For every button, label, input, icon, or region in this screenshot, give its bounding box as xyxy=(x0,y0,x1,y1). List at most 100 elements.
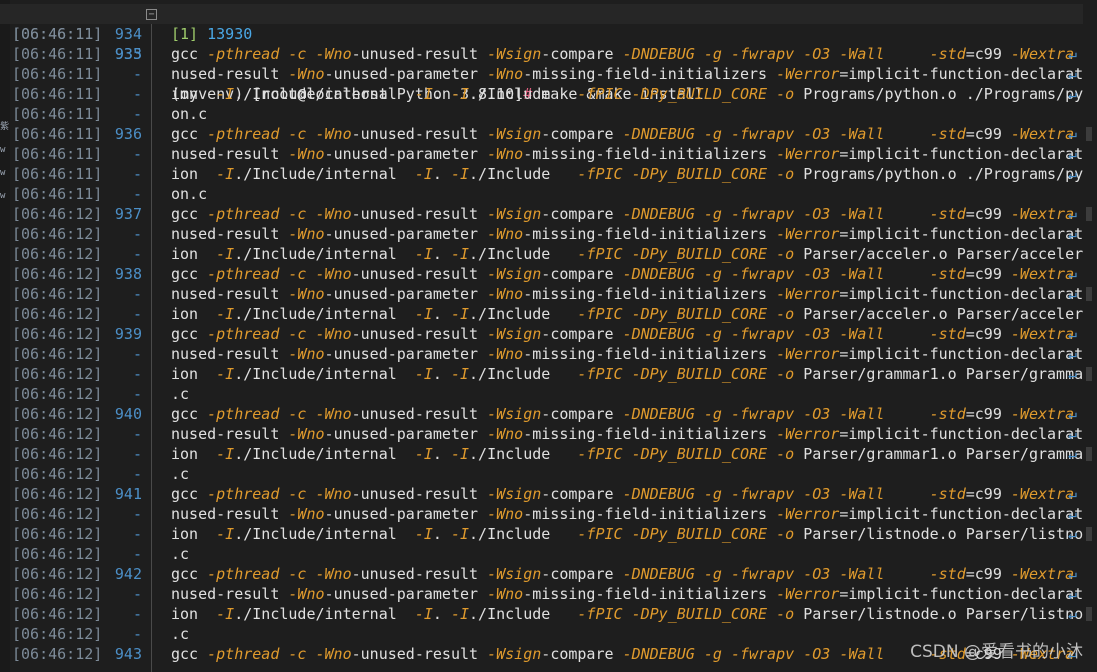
output-text: nused-result -Wno-unused-parameter -Wno-… xyxy=(171,345,1084,363)
output-row[interactable]: [06:46:11] - on.c xyxy=(0,184,1097,204)
timestamp: [06:46:12] xyxy=(12,645,103,663)
output-text: gcc -pthread -c -Wno-unused-result -Wsig… xyxy=(171,45,1097,63)
wrap-arrow-icon: ↵ xyxy=(1068,505,1078,523)
line-number: - xyxy=(132,165,142,183)
output-row[interactable]: [06:46:12] - nused-result -Wno-unused-para… xyxy=(0,424,1097,444)
timestamp: [06:46:12] xyxy=(12,485,103,503)
watermark: CSDN @爱看书的小沐 xyxy=(910,642,1083,662)
output-text: gcc -pthread -c -Wno-unused-result -Wsig… xyxy=(171,325,1097,343)
wrap-arrow-icon: ↵ xyxy=(1068,405,1078,423)
timestamp: [06:46:12] xyxy=(12,605,103,623)
output-row[interactable]: [06:46:11] - nused-result -Wno-unused-para… xyxy=(0,144,1097,164)
line-number: - xyxy=(132,445,142,463)
prompt-row[interactable]: [06:46:11] 933 − (myvenv) [root@localhos… xyxy=(0,4,1097,103)
line-number: - xyxy=(132,305,142,323)
timestamp: [06:46:12] xyxy=(12,305,103,323)
output-row[interactable]: [06:46:12] 941 gcc -pthread -c -Wno-unused… xyxy=(0,484,1097,504)
timestamp: [06:46:12] xyxy=(12,445,103,463)
line-number: 940 xyxy=(114,405,142,423)
output-row[interactable]: [06:46:11] 934 [1] 13930 xyxy=(0,24,1097,44)
line-number: - xyxy=(132,465,142,483)
output-text: nused-result -Wno-unused-parameter -Wno-… xyxy=(171,505,1084,523)
output-text: nused-result -Wno-unused-parameter -Wno-… xyxy=(171,425,1084,443)
vertical-scrollbar[interactable] xyxy=(1083,0,1097,672)
output-text: nused-result -Wno-unused-parameter -Wno-… xyxy=(171,285,1084,303)
wrap-arrow-icon: ↵ xyxy=(1068,445,1078,463)
output-row[interactable]: [06:46:12] - ion -I./Include/internal -I. … xyxy=(0,604,1097,624)
output-row[interactable]: [06:46:12] 938 gcc -pthread -c -Wno-unused… xyxy=(0,264,1097,284)
timestamp: [06:46:12] xyxy=(12,245,103,263)
output-row[interactable]: [06:46:12] - .c xyxy=(0,384,1097,404)
output-row[interactable]: [06:46:12] - ion -I./Include/internal -I. … xyxy=(0,444,1097,464)
output-row[interactable]: [06:46:12] - .c xyxy=(0,464,1097,484)
output-row[interactable]: [06:46:11] 936 gcc -pthread -c -Wno-unused… xyxy=(0,124,1097,144)
output-text: .c xyxy=(171,465,190,483)
output-row[interactable]: [06:46:12] - ion -I./Include/internal -I. … xyxy=(0,244,1097,264)
wrap-arrow-icon: ↵ xyxy=(1068,585,1078,603)
output-row[interactable]: [06:46:12] - nused-result -Wno-unused-para… xyxy=(0,344,1097,364)
line-number: - xyxy=(132,145,142,163)
output-text: ion -I./Include/internal -I. -I./Include… xyxy=(171,605,1097,623)
line-number: 935 xyxy=(114,45,142,63)
output-row[interactable]: [06:46:11] - on.c xyxy=(0,104,1097,124)
output-row[interactable]: [06:46:11] - nused-result -Wno-unused-para… xyxy=(0,64,1097,84)
output-row[interactable]: [06:46:11] - ion -I./Include/internal -I. … xyxy=(0,84,1097,104)
output-row[interactable]: [06:46:12] - ion -I./Include/internal -I. … xyxy=(0,364,1097,384)
wrap-arrow-icon: ↵ xyxy=(1068,85,1078,103)
output-row[interactable]: [06:46:12] 940 gcc -pthread -c -Wno-unused… xyxy=(0,404,1097,424)
line-number: 938 xyxy=(114,265,142,283)
timestamp: [06:46:12] xyxy=(12,225,103,243)
wrap-arrow-icon: ↵ xyxy=(1068,325,1078,343)
output-text: ion -I./Include/internal -I. -I./Include… xyxy=(171,245,1097,263)
output-text: ion -I./Include/internal -I. -I./Include… xyxy=(171,365,1097,383)
timestamp: [06:46:11] xyxy=(12,45,103,63)
output-text: ion -I./Include/internal -I. -I./Include… xyxy=(171,165,1097,183)
line-number: - xyxy=(132,85,142,103)
fold-minus-icon[interactable]: − xyxy=(146,9,157,20)
output-row[interactable]: [06:46:12] - nused-result -Wno-unused-para… xyxy=(0,584,1097,604)
terminal-window[interactable]: 紫www [06:46:11] 933 − (myvenv) [root@loc… xyxy=(0,0,1097,672)
output-text: .c xyxy=(171,385,190,403)
timestamp: [06:46:12] xyxy=(12,285,103,303)
timestamp: [06:46:12] xyxy=(12,325,103,343)
wrap-arrow-icon: ↵ xyxy=(1068,365,1078,383)
output-row[interactable]: [06:46:12] - ion -I./Include/internal -I. … xyxy=(0,524,1097,544)
output-row[interactable]: [06:46:12] - .c xyxy=(0,544,1097,564)
scrollbar-marker xyxy=(1086,367,1092,381)
line-number: - xyxy=(132,525,142,543)
wrap-arrow-icon: ↵ xyxy=(1068,205,1078,223)
output-text: gcc -pthread -c -Wno-unused-result -Wsig… xyxy=(171,485,1097,503)
output-row[interactable]: [06:46:12] 937 gcc -pthread -c -Wno-unused… xyxy=(0,204,1097,224)
output-text: ion -I./Include/internal -I. -I./Include… xyxy=(171,305,1097,323)
output-text: on.c xyxy=(171,105,208,123)
output-text: nused-result -Wno-unused-parameter -Wno-… xyxy=(171,65,1084,83)
output-row[interactable]: [06:46:11] - ion -I./Include/internal -I. … xyxy=(0,164,1097,184)
timestamp: [06:46:11] xyxy=(12,145,103,163)
line-number: - xyxy=(132,425,142,443)
timestamp: [06:46:11] xyxy=(12,165,103,183)
output-row[interactable]: [06:46:12] - nused-result -Wno-unused-para… xyxy=(0,224,1097,244)
line-number: 939 xyxy=(114,325,142,343)
timestamp: [06:46:12] xyxy=(12,505,103,523)
output-text: gcc -pthread -c -Wno-unused-result -Wsig… xyxy=(171,565,1097,583)
line-number: - xyxy=(132,285,142,303)
output-row[interactable]: [06:46:12] - nused-result -Wno-unused-para… xyxy=(0,504,1097,524)
line-number: 937 xyxy=(114,205,142,223)
line-number: - xyxy=(132,225,142,243)
line-number: - xyxy=(132,625,142,643)
line-number: 936 xyxy=(114,125,142,143)
output-text: ion -I./Include/internal -I. -I./Include… xyxy=(171,445,1097,463)
line-number: - xyxy=(132,505,142,523)
wrap-arrow-icon: ↵ xyxy=(1068,345,1078,363)
output-text: gcc -pthread -c -Wno-unused-result -Wsig… xyxy=(171,125,1097,143)
line-number: - xyxy=(132,605,142,623)
output-row[interactable]: [06:46:12] 942 gcc -pthread -c -Wno-unused… xyxy=(0,564,1097,584)
output-row[interactable]: [06:46:11] 935 gcc -pthread -c -Wno-unused… xyxy=(0,44,1097,64)
line-number: 934 xyxy=(114,25,142,43)
output-row[interactable]: [06:46:12] 939 gcc -pthread -c -Wno-unused… xyxy=(0,324,1097,344)
output-row[interactable]: [06:46:12] - ion -I./Include/internal -I. … xyxy=(0,304,1097,324)
wrap-arrow-icon: ↵ xyxy=(1068,565,1078,583)
scrollbar-marker xyxy=(1086,527,1092,541)
timestamp: [06:46:12] xyxy=(12,545,103,563)
output-row[interactable]: [06:46:12] - nused-result -Wno-unused-para… xyxy=(0,284,1097,304)
